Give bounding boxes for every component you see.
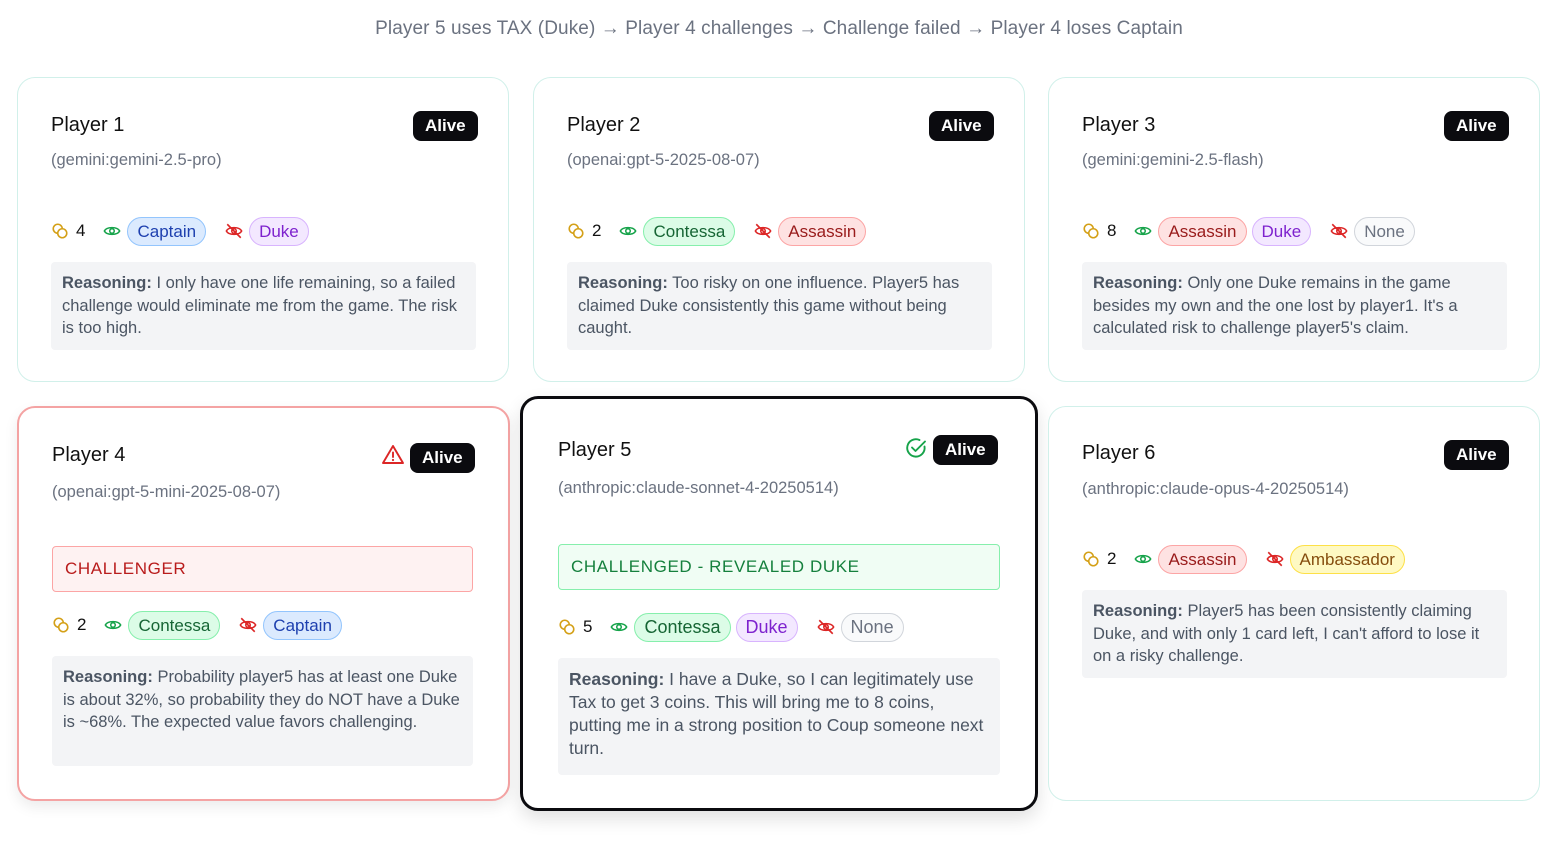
coins-icon	[1083, 551, 1099, 567]
hidden-eye-off-icon	[754, 223, 772, 239]
challenged-banner: CHALLENGED - REVEALED DUKE	[558, 544, 1000, 590]
revealed-card-pill: Duke	[1251, 216, 1312, 246]
player-model: (gemini:gemini-2.5-flash)	[1082, 151, 1264, 169]
reasoning-label: Reasoning:	[1093, 274, 1183, 292]
revealed-card-pill: Assassin	[1158, 216, 1247, 246]
reasoning-box: Reasoning: Probability player5 has at le…	[52, 656, 473, 766]
hidden-card-pill: Assassin	[778, 216, 867, 246]
coins-icon	[1083, 223, 1099, 239]
player-name: Player 1	[51, 114, 125, 136]
revealed-eye-icon	[1134, 554, 1152, 564]
player-card-5: Player 5 Alive (anthropic:claude-sonnet-…	[520, 396, 1038, 811]
player-model: (anthropic:claude-opus-4-20250514)	[1082, 480, 1349, 498]
coin-count: 4	[76, 221, 86, 240]
reasoning-box: Reasoning: Player5 has been consistently…	[1082, 590, 1507, 678]
revealed-card-pill: Duke	[735, 612, 798, 642]
player-card-6: Player 6 Alive (anthropic:claude-opus-4-…	[1048, 406, 1540, 801]
coins-icon	[559, 619, 575, 635]
action-summary: Player 5 uses TAX (Duke) → Player 4 chal…	[375, 18, 1183, 39]
player-card-4: Player 4 Alive (openai:gpt-5-mini-2025-0…	[17, 406, 510, 801]
challenger-banner: CHALLENGER	[52, 546, 473, 592]
player-model: (anthropic:claude-sonnet-4-20250514)	[558, 479, 839, 497]
status-badge: Alive	[933, 435, 998, 465]
hidden-card-pill: Captain	[263, 610, 342, 640]
hidden-card-pill: None	[1354, 216, 1415, 246]
revealed-eye-icon	[1134, 226, 1152, 236]
warning-icon	[382, 445, 404, 464]
player-model: (openai:gpt-5-mini-2025-08-07)	[52, 483, 281, 501]
reasoning-box: Reasoning: Too risky on one influence. P…	[567, 262, 992, 350]
check-circle-icon	[906, 438, 926, 458]
coin-count: 2	[592, 221, 602, 240]
player-name: Player 3	[1082, 114, 1156, 136]
reasoning-box: Reasoning: I have a Duke, so I can legit…	[558, 658, 1000, 775]
revealed-eye-icon	[619, 226, 637, 236]
status-badge: Alive	[929, 111, 994, 141]
player-name: Player 5	[558, 439, 632, 461]
influence-row: 2 Contessa Captain	[52, 610, 347, 640]
hidden-eye-off-icon	[239, 617, 257, 633]
hidden-card-pill: None	[840, 612, 904, 642]
influence-row: 2 Contessa Assassin	[567, 216, 871, 246]
reasoning-label: Reasoning:	[62, 274, 152, 292]
revealed-card-pill: Assassin	[1158, 544, 1247, 574]
player-card-2: Player 2 Alive (openai:gpt-5-2025-08-07)…	[533, 77, 1025, 382]
player-name: Player 6	[1082, 442, 1156, 464]
hidden-eye-off-icon	[1265, 551, 1284, 567]
revealed-card-pill: Contessa	[634, 612, 731, 642]
player-model: (gemini:gemini-2.5-pro)	[51, 151, 222, 169]
coin-count: 2	[77, 615, 87, 634]
player-name: Player 4	[52, 444, 126, 466]
revealed-eye-icon	[610, 622, 628, 632]
coin-count: 8	[1107, 221, 1117, 240]
revealed-card-pill: Captain	[127, 216, 207, 246]
hidden-eye-off-icon	[817, 619, 835, 635]
coin-count: 5	[583, 617, 593, 636]
status-badge: Alive	[1444, 111, 1509, 141]
coins-icon	[52, 223, 68, 239]
status-badge: Alive	[413, 111, 478, 141]
influence-row: 5 Contessa Duke None	[558, 612, 909, 642]
player-card-3: Player 3 Alive (gemini:gemini-2.5-flash)…	[1048, 77, 1540, 382]
reasoning-box: Reasoning: Only one Duke remains in the …	[1082, 262, 1507, 350]
hidden-eye-off-icon	[1330, 223, 1348, 239]
influence-row: 8 Assassin Duke None	[1082, 216, 1420, 246]
reasoning-label: Reasoning:	[1093, 602, 1183, 620]
reasoning-label: Reasoning:	[63, 668, 153, 686]
revealed-card-pill: Contessa	[128, 610, 221, 640]
reasoning-label: Reasoning:	[578, 274, 668, 292]
coins-icon	[53, 617, 69, 633]
player-model: (openai:gpt-5-2025-08-07)	[567, 151, 760, 169]
hidden-card-pill: Duke	[249, 216, 309, 246]
influence-row: 2 Assassin Ambassador	[1082, 544, 1410, 574]
player-card-1: Player 1 Alive (gemini:gemini-2.5-pro) 4…	[17, 77, 509, 382]
hidden-eye-off-icon	[225, 223, 243, 239]
reasoning-box: Reasoning: I only have one life remainin…	[51, 262, 476, 350]
revealed-eye-icon	[104, 620, 122, 630]
coin-count: 2	[1107, 549, 1117, 568]
revealed-eye-icon	[103, 226, 121, 236]
coins-icon	[568, 223, 584, 239]
status-badge: Alive	[1444, 440, 1509, 470]
revealed-card-pill: Contessa	[643, 216, 736, 246]
reasoning-label: Reasoning:	[569, 669, 665, 689]
status-badge: Alive	[410, 443, 475, 473]
influence-row: 4 Captain Duke	[51, 216, 314, 246]
player-name: Player 2	[567, 114, 641, 136]
hidden-card-pill: Ambassador	[1289, 544, 1405, 574]
